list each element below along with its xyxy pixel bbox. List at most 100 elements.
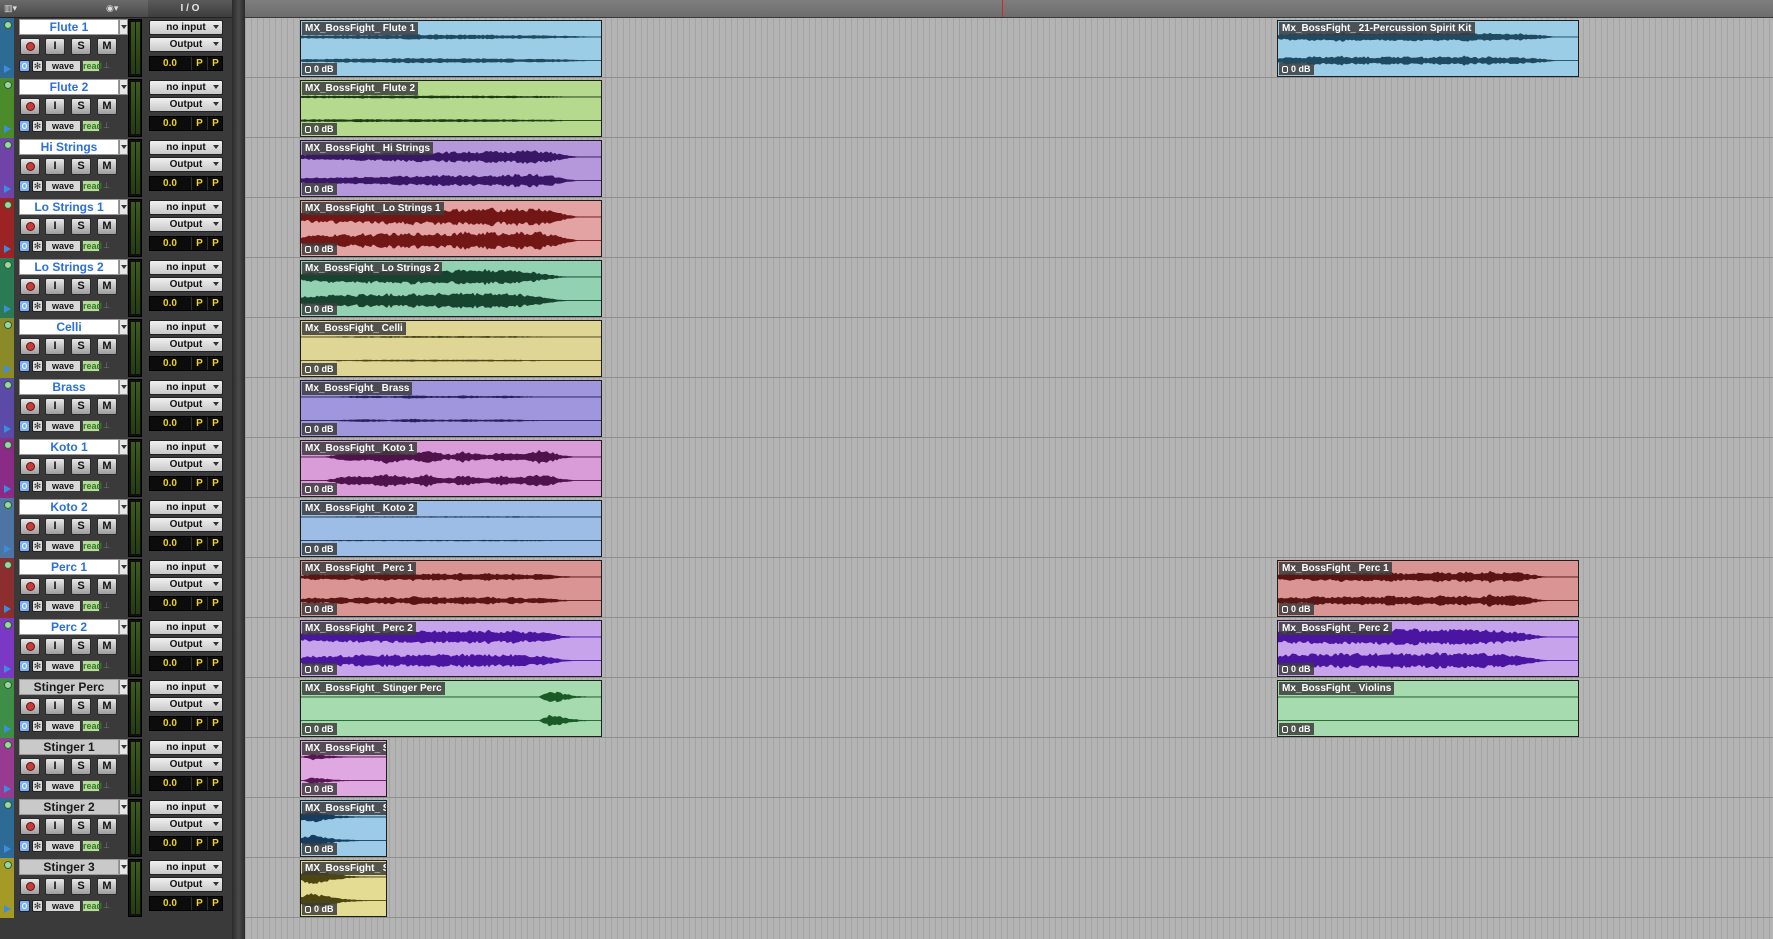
- track-view-selector[interactable]: wave: [45, 660, 81, 672]
- mute-button[interactable]: M: [97, 698, 117, 715]
- output-selector[interactable]: Output: [149, 577, 223, 592]
- pan-right-indicator[interactable]: P: [207, 117, 223, 130]
- pan-right-indicator[interactable]: P: [207, 477, 223, 490]
- track-name-menu-icon[interactable]: [119, 19, 128, 35]
- freeze-icon[interactable]: ✻: [32, 600, 43, 612]
- track-header[interactable]: Koto 2 I S M ✻ wave read ⊥ no input Outp…: [0, 498, 232, 558]
- clip-name[interactable]: Mx_BossFight_ 21-Percussion Spirit Kit: [1279, 22, 1475, 35]
- timebase-icon[interactable]: ⊥: [103, 662, 111, 670]
- playlist-expand-icon[interactable]: [4, 785, 11, 793]
- automation-mode-selector[interactable]: read: [82, 780, 102, 792]
- input-monitor-button[interactable]: I: [45, 38, 65, 55]
- clip-name[interactable]: MX_BossFight_ Hi Strings: [302, 142, 434, 155]
- track-name-field[interactable]: Stinger 1: [19, 739, 119, 755]
- pan-right-indicator[interactable]: P: [207, 837, 223, 850]
- automation-mode-selector[interactable]: read: [82, 720, 102, 732]
- track-name-menu-icon[interactable]: [119, 679, 128, 695]
- freeze-icon[interactable]: ✻: [32, 480, 43, 492]
- freeze-icon[interactable]: ✻: [32, 780, 43, 792]
- track-name-field[interactable]: Brass: [19, 379, 119, 395]
- track-input-icon[interactable]: [19, 780, 30, 792]
- clip-gain-display[interactable]: 0 dB: [302, 903, 337, 915]
- solo-button[interactable]: S: [71, 158, 91, 175]
- track-input-icon[interactable]: [19, 120, 30, 132]
- automation-mode-selector[interactable]: read: [82, 180, 102, 192]
- clip-gain-display[interactable]: 0 dB: [302, 843, 337, 855]
- audio-clip[interactable]: Mx_BossFight_ Perc 2 0 dB: [1277, 620, 1579, 677]
- volume-value[interactable]: 0.0: [150, 297, 190, 310]
- automation-mode-selector[interactable]: read: [82, 300, 102, 312]
- clip-gain-icon[interactable]: [305, 546, 311, 553]
- solo-button[interactable]: S: [71, 398, 91, 415]
- mute-button[interactable]: M: [97, 758, 117, 775]
- input-selector[interactable]: no input: [149, 500, 223, 515]
- clip-name[interactable]: MX_BossFight_ Stinger 1: [302, 742, 386, 755]
- track-input-icon[interactable]: [19, 720, 30, 732]
- pan-left-indicator[interactable]: P: [191, 777, 207, 790]
- volume-value[interactable]: 0.0: [150, 177, 190, 190]
- clip-name[interactable]: MX_BossFight_ Lo Strings 1: [302, 202, 444, 215]
- track-input-icon[interactable]: [19, 360, 30, 372]
- output-selector[interactable]: Output: [149, 157, 223, 172]
- input-selector[interactable]: no input: [149, 680, 223, 695]
- timebase-icon[interactable]: ⊥: [103, 362, 111, 370]
- output-selector[interactable]: Output: [149, 277, 223, 292]
- track-name-menu-icon[interactable]: [119, 79, 128, 95]
- playlist-expand-icon[interactable]: [4, 905, 11, 913]
- clip-gain-icon[interactable]: [1282, 606, 1288, 613]
- timebase-icon[interactable]: ⊥: [103, 902, 111, 910]
- audio-clip[interactable]: MX_BossFight_ Stinger 2 0 dB: [300, 800, 387, 857]
- clip-gain-display[interactable]: 0 dB: [302, 243, 337, 255]
- output-selector[interactable]: Output: [149, 877, 223, 892]
- clip-gain-icon[interactable]: [1282, 666, 1288, 673]
- clip-gain-display[interactable]: 0 dB: [302, 63, 337, 75]
- freeze-icon[interactable]: ✻: [32, 720, 43, 732]
- automation-mode-selector[interactable]: read: [82, 240, 102, 252]
- track-activate-icon[interactable]: [4, 81, 12, 89]
- solo-button[interactable]: S: [71, 578, 91, 595]
- input-monitor-button[interactable]: I: [45, 758, 65, 775]
- record-arm-button[interactable]: [20, 818, 40, 835]
- timebase-icon[interactable]: ⊥: [103, 542, 111, 550]
- track-name-menu-icon[interactable]: [119, 259, 128, 275]
- pan-left-indicator[interactable]: P: [191, 417, 207, 430]
- solo-button[interactable]: S: [71, 338, 91, 355]
- volume-value[interactable]: 0.0: [150, 477, 190, 490]
- record-arm-button[interactable]: [20, 398, 40, 415]
- input-selector[interactable]: no input: [149, 320, 223, 335]
- audio-clip[interactable]: MX_BossFight_ Lo Strings 1 0 dB: [300, 200, 602, 257]
- mute-button[interactable]: M: [97, 338, 117, 355]
- clip-name[interactable]: MX_BossFight_ Koto 2: [302, 502, 417, 515]
- pan-left-indicator[interactable]: P: [191, 57, 207, 70]
- input-monitor-button[interactable]: I: [45, 578, 65, 595]
- freeze-icon[interactable]: ✻: [32, 60, 43, 72]
- audio-clip[interactable]: MX_BossFight_ Flute 1 0 dB: [300, 20, 602, 77]
- track-header[interactable]: Lo Strings 1 I S M ✻ wave read ⊥ no inpu…: [0, 198, 232, 258]
- automation-mode-selector[interactable]: read: [82, 120, 102, 132]
- clip-gain-display[interactable]: 0 dB: [302, 543, 337, 555]
- audio-clip[interactable]: Mx_BossFight_ 21-Percussion Spirit Kit 0 …: [1277, 20, 1579, 77]
- mute-button[interactable]: M: [97, 98, 117, 115]
- track-activate-icon[interactable]: [4, 21, 12, 29]
- clip-name[interactable]: MX_BossFight_ Perc 2: [302, 622, 416, 635]
- track-name-menu-icon[interactable]: [119, 439, 128, 455]
- record-arm-button[interactable]: [20, 698, 40, 715]
- track-options-icon[interactable]: ◉▾: [106, 2, 118, 14]
- audio-clip[interactable]: MX_BossFight_ Koto 1 0 dB: [300, 440, 602, 497]
- track-name-field[interactable]: Flute 1: [19, 19, 119, 35]
- mute-button[interactable]: M: [97, 398, 117, 415]
- track-input-icon[interactable]: [19, 60, 30, 72]
- output-selector[interactable]: Output: [149, 817, 223, 832]
- solo-button[interactable]: S: [71, 98, 91, 115]
- output-selector[interactable]: Output: [149, 397, 223, 412]
- output-selector[interactable]: Output: [149, 97, 223, 112]
- playlist-expand-icon[interactable]: [4, 485, 11, 493]
- track-name-field[interactable]: Stinger 3: [19, 859, 119, 875]
- track-name-menu-icon[interactable]: [119, 319, 128, 335]
- track-view-selector[interactable]: wave: [45, 900, 81, 912]
- track-input-icon[interactable]: [19, 420, 30, 432]
- solo-button[interactable]: S: [71, 698, 91, 715]
- track-input-icon[interactable]: [19, 600, 30, 612]
- mute-button[interactable]: M: [97, 578, 117, 595]
- solo-button[interactable]: S: [71, 758, 91, 775]
